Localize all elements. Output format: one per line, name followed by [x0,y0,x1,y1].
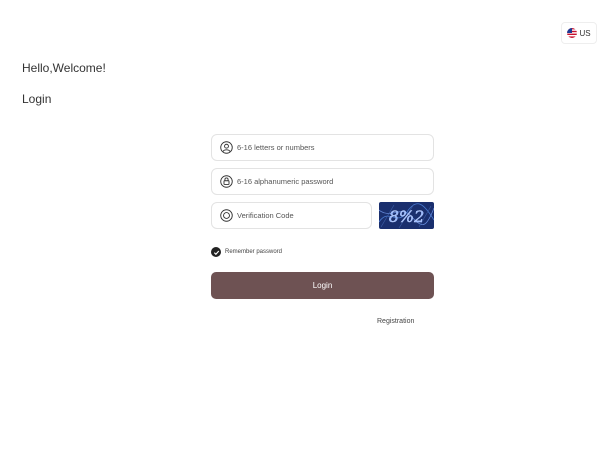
captcha-image[interactable]: 8%2 [379,202,434,229]
password-field[interactable] [211,168,434,195]
remember-password-toggle[interactable]: Remember password [211,247,282,257]
welcome-text: Hello,Welcome! [22,61,106,75]
login-page: US Hello,Welcome! Login 8%2 [0,0,600,450]
username-input[interactable] [237,143,433,152]
remember-password-label: Remember password [225,249,283,255]
language-switcher[interactable]: US [561,22,597,44]
checkmark-icon [211,247,221,257]
user-icon [220,141,233,154]
language-label: US [579,28,591,38]
verification-input[interactable] [237,211,371,220]
lock-icon [220,175,233,188]
username-field[interactable] [211,134,434,161]
password-input[interactable] [237,177,433,186]
us-flag-icon [567,28,578,38]
captcha-text: 8%2 [389,207,425,226]
shield-icon [220,209,233,222]
page-title: Login [22,92,52,106]
login-button[interactable]: Login [211,272,434,299]
registration-link[interactable]: Registration [377,318,414,325]
verification-field[interactable] [211,202,372,229]
captcha-graphic: 8%2 [379,202,434,229]
